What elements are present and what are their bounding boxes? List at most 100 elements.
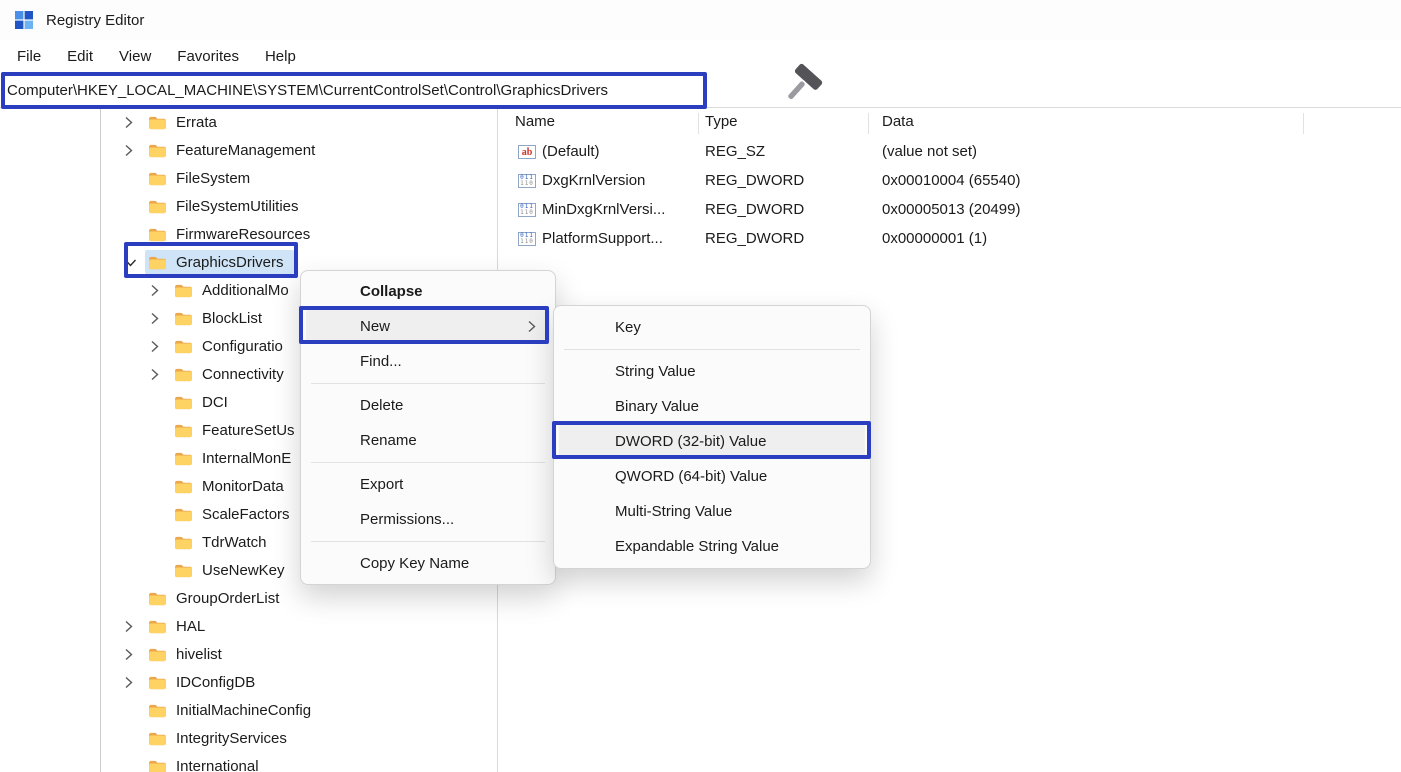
menu-item-label: QWORD (64-bit) Value <box>615 468 767 485</box>
values-header: Name Type Data <box>510 108 1401 138</box>
tree-item-body[interactable]: Configuratio <box>174 334 283 358</box>
submenu-item-binary-value[interactable]: Binary Value <box>559 389 865 424</box>
tree-item-label: UseNewKey <box>202 562 285 579</box>
tree-item-label: DCI <box>202 394 228 411</box>
tree-item-featuremanagement[interactable]: FeatureManagement <box>0 136 497 164</box>
folder-icon <box>148 731 168 746</box>
column-header-type[interactable]: Type <box>705 113 738 130</box>
tree-item-label: Configuratio <box>202 338 283 355</box>
tree-item-body[interactable]: IntegrityServices <box>148 726 287 750</box>
context-menu: CollapseNewFind... Delete Rename ExportPerm… <box>300 270 556 585</box>
context-menu-item-find[interactable]: Find... <box>306 344 550 379</box>
menu-item-label: Rename <box>360 432 417 449</box>
tree-item-label: AdditionalMo <box>202 282 289 299</box>
tree-item-label: BlockList <box>202 310 262 327</box>
chevron-right-icon[interactable] <box>150 368 174 381</box>
tree-item-body[interactable]: Errata <box>148 110 217 134</box>
tree-item-body[interactable]: FileSystem <box>148 166 250 190</box>
tree-item-body[interactable]: UseNewKey <box>174 558 285 582</box>
context-menu-item-rename[interactable]: Rename <box>306 423 550 458</box>
submenu-item-expandable-string-value[interactable]: Expandable String Value <box>559 529 865 564</box>
chevron-right-icon[interactable] <box>124 116 148 129</box>
tree-item-idconfigdb[interactable]: IDConfigDB <box>0 668 497 696</box>
tree-item-body[interactable]: GroupOrderList <box>148 586 279 610</box>
tree-item-body[interactable]: International <box>148 754 259 772</box>
context-menu-item-export[interactable]: Export <box>306 467 550 502</box>
context-menu-item-new[interactable]: New <box>306 309 550 344</box>
value-row-default[interactable]: ab(Default)REG_SZ(value not set) <box>510 138 1401 167</box>
tree-item-body[interactable]: InternalMonE <box>174 446 291 470</box>
context-menu-item-collapse[interactable]: Collapse <box>306 274 550 309</box>
tree-item-body[interactable]: BlockList <box>174 306 262 330</box>
context-menu-item-copy-key-name[interactable]: Copy Key Name <box>306 546 550 581</box>
tree-item-body[interactable]: hivelist <box>148 642 222 666</box>
menu-edit[interactable]: Edit <box>54 44 106 69</box>
tree-item-body[interactable]: ScaleFactors <box>174 502 290 526</box>
tree-item-body[interactable]: GraphicsDrivers <box>145 250 294 274</box>
tree-item-body[interactable]: HAL <box>148 614 205 638</box>
chevron-right-icon[interactable] <box>150 340 174 353</box>
folder-icon <box>174 507 194 522</box>
reg-dword-icon: 011110 <box>518 203 536 217</box>
submenu-item-multi-string-value[interactable]: Multi-String Value <box>559 494 865 529</box>
menu-help[interactable]: Help <box>252 44 309 69</box>
tree-item-body[interactable]: DCI <box>174 390 228 414</box>
chevron-right-icon[interactable] <box>124 648 148 661</box>
chevron-right-icon[interactable] <box>150 312 174 325</box>
window-title: Registry Editor <box>46 12 144 29</box>
tree-item-label: FeatureManagement <box>176 142 315 159</box>
menu-favorites[interactable]: Favorites <box>164 44 252 69</box>
value-row-dxgkrnlversion[interactable]: 011110DxgKrnlVersionREG_DWORD0x00010004 … <box>510 167 1401 196</box>
tree-item-errata[interactable]: Errata <box>0 108 497 136</box>
tree-item-hivelist[interactable]: hivelist <box>0 640 497 668</box>
submenu-item-qword-64-bit-value[interactable]: QWORD (64-bit) Value <box>559 459 865 494</box>
tree-item-body[interactable]: FeatureManagement <box>148 138 315 162</box>
tree-item-body[interactable]: FirmwareResources <box>148 222 310 246</box>
chevron-right-icon[interactable] <box>150 284 174 297</box>
tree-item-international[interactable]: International <box>0 752 497 772</box>
value-data: 0x00000001 (1) <box>882 230 987 247</box>
context-menu-item-permissions[interactable]: Permissions... <box>306 502 550 537</box>
menu-view[interactable]: View <box>106 44 164 69</box>
value-name: (Default) <box>542 143 600 160</box>
folder-icon <box>148 255 168 270</box>
context-menu-item-delete[interactable]: Delete <box>306 388 550 423</box>
tree-item-body[interactable]: FileSystemUtilities <box>148 194 299 218</box>
tree-item-body[interactable]: IDConfigDB <box>148 670 255 694</box>
chevron-right-icon[interactable] <box>124 144 148 157</box>
submenu-item-dword-32-bit-value[interactable]: DWORD (32-bit) Value <box>559 424 865 459</box>
tree-item-body[interactable]: AdditionalMo <box>174 278 289 302</box>
column-header-data[interactable]: Data <box>882 113 914 130</box>
column-header-name[interactable]: Name <box>515 113 555 130</box>
tree-item-body[interactable]: InitialMachineConfig <box>148 698 311 722</box>
tree-item-body[interactable]: MonitorData <box>174 474 284 498</box>
tree-item-hal[interactable]: HAL <box>0 612 497 640</box>
folder-icon <box>174 563 194 578</box>
chevron-right-icon[interactable] <box>124 620 148 633</box>
folder-icon <box>174 283 194 298</box>
address-bar[interactable]: Computer\HKEY_LOCAL_MACHINE\SYSTEM\Curre… <box>0 73 1401 108</box>
tree-item-label: TdrWatch <box>202 534 266 551</box>
menu-item-label: Expandable String Value <box>615 538 779 555</box>
tree-item-grouporderlist[interactable]: GroupOrderList <box>0 584 497 612</box>
tree-item-body[interactable]: FeatureSetUs <box>174 418 295 442</box>
tree-item-label: InternalMonE <box>202 450 291 467</box>
tree-item-label: InitialMachineConfig <box>176 702 311 719</box>
tree-item-body[interactable]: TdrWatch <box>174 530 266 554</box>
value-row-mindxgkrnlversi[interactable]: 011110MinDxgKrnlVersi...REG_DWORD0x00005… <box>510 196 1401 225</box>
tree-item-filesystemutilities[interactable]: FileSystemUtilities <box>0 192 497 220</box>
tree-item-label: International <box>176 758 259 772</box>
chevron-right-icon[interactable] <box>124 676 148 689</box>
submenu-item-key[interactable]: Key <box>559 310 865 345</box>
menu-file[interactable]: File <box>4 44 54 69</box>
menu-separator <box>311 462 545 463</box>
tree-item-filesystem[interactable]: FileSystem <box>0 164 497 192</box>
address-path[interactable]: Computer\HKEY_LOCAL_MACHINE\SYSTEM\Curre… <box>7 82 608 99</box>
tree-item-firmwareresources[interactable]: FirmwareResources <box>0 220 497 248</box>
tree-item-initialmachineconfig[interactable]: InitialMachineConfig <box>0 696 497 724</box>
folder-icon <box>174 479 194 494</box>
tree-item-integrityservices[interactable]: IntegrityServices <box>0 724 497 752</box>
value-row-platformsupport[interactable]: 011110PlatformSupport...REG_DWORD0x00000… <box>510 225 1401 254</box>
submenu-item-string-value[interactable]: String Value <box>559 354 865 389</box>
tree-item-body[interactable]: Connectivity <box>174 362 284 386</box>
